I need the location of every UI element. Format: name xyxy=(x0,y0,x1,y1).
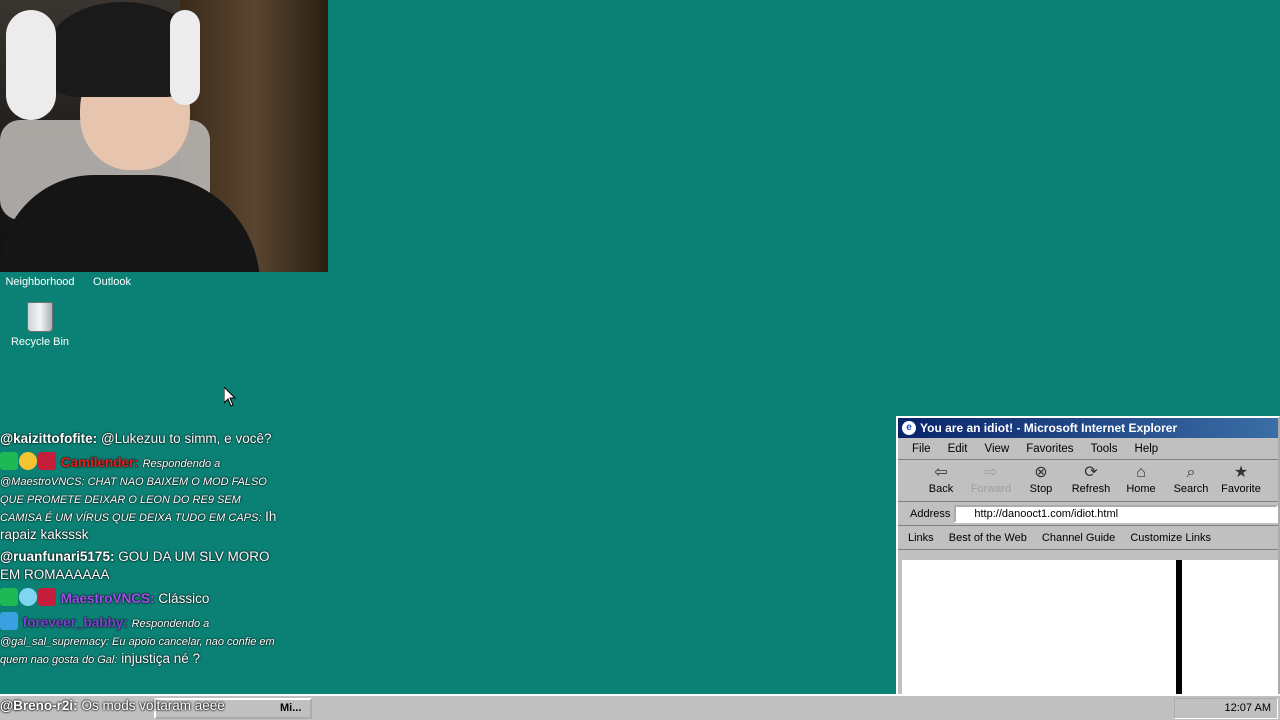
stream-chat: @kaizittofofite: @Lukezuu to simm, e voc… xyxy=(0,430,285,672)
badge-icon xyxy=(0,588,18,606)
desktop-icon-network-neighborhood[interactable]: Neighborhood xyxy=(0,276,80,289)
search-button[interactable]: ⌕ Search xyxy=(1166,460,1216,501)
search-label: Search xyxy=(1173,483,1209,495)
badge-icon xyxy=(38,452,56,470)
back-arrow-icon: ⇦ xyxy=(934,464,948,481)
favorites-icon: ★ xyxy=(1233,464,1249,481)
menu-file[interactable]: File xyxy=(912,443,931,455)
window-title: You are an idiot! - Microsoft Internet E… xyxy=(920,421,1178,435)
desktop-icon-recycle-bin[interactable]: Recycle Bin xyxy=(0,302,80,349)
refresh-button[interactable]: ⟳ Refresh xyxy=(1066,460,1116,501)
chat-username: Camilender: xyxy=(60,455,139,470)
ie-linksbar: Links Best of the Web Channel Guide Cust… xyxy=(898,526,1278,550)
stop-button[interactable]: ⊗ Stop xyxy=(1016,460,1066,501)
ie-toolbar: ⇦ Back ⇨ Forward ⊗ Stop ⟳ Refresh ⌂ Home ⌕ Sea… xyxy=(898,460,1278,502)
back-button[interactable]: ⇦ Back xyxy=(916,460,966,501)
link-channel-guide[interactable]: Channel Guide xyxy=(1042,532,1115,544)
desktop-icon-label: Neighborhood xyxy=(5,276,75,288)
ie-menubar: File Edit View Favorites Tools Help xyxy=(898,438,1278,460)
address-label: Address xyxy=(910,507,951,520)
webcam-headphone-right xyxy=(170,10,200,105)
desktop-icon-label: Recycle Bin xyxy=(10,336,70,348)
refresh-label: Refresh xyxy=(1071,483,1111,495)
menu-edit[interactable]: Edit xyxy=(948,443,968,455)
chat-message: foreveer_babby: Respondendo a @gal_sal_s… xyxy=(0,612,285,668)
chat-username: foreveer_babby: xyxy=(22,615,128,630)
webcam-overlay xyxy=(0,0,328,272)
address-url: http://danooct1.com/idiot.html xyxy=(974,507,1119,520)
chat-message: @ruanfunari5175: GOU DA UM SLV MORO EM R… xyxy=(0,548,285,584)
home-icon: ⌂ xyxy=(1136,464,1146,481)
content-black-frame xyxy=(1176,560,1182,694)
address-input[interactable]: http://danooct1.com/idiot.html xyxy=(954,504,1278,523)
badge-icon xyxy=(19,452,37,470)
chat-text: Os mods voltaram aeee xyxy=(81,698,225,713)
webcam-headphone-left xyxy=(6,10,56,120)
taskbar-button-label: Mi... xyxy=(280,702,302,714)
ie-logo-icon: e xyxy=(902,421,916,435)
link-best-of-web[interactable]: Best of the Web xyxy=(949,532,1027,544)
refresh-icon: ⟳ xyxy=(1084,464,1098,481)
home-button[interactable]: ⌂ Home xyxy=(1116,460,1166,501)
favorites-button[interactable]: ★ Favorite xyxy=(1216,460,1266,501)
chat-text: Clássico xyxy=(158,591,210,606)
forward-button[interactable]: ⇨ Forward xyxy=(966,460,1016,501)
home-label: Home xyxy=(1126,483,1156,495)
badge-icon xyxy=(19,588,37,606)
clock[interactable]: 12:07 AM xyxy=(1225,702,1271,714)
forward-arrow-icon: ⇨ xyxy=(984,464,998,481)
chat-message: @Breno-r2i: Os mods voltaram aeee xyxy=(0,698,225,713)
system-tray: 12:07 AM xyxy=(1174,698,1278,719)
back-label: Back xyxy=(928,483,954,495)
forward-label: Forward xyxy=(970,483,1012,495)
chat-text: injustiça né ? xyxy=(121,651,200,666)
chat-message: MaestroVNCS: Clássico xyxy=(0,588,285,608)
ie-window[interactable]: e You are an idiot! - Microsoft Internet… xyxy=(896,416,1280,696)
chat-username: @kaizittofofite: xyxy=(0,431,98,446)
chat-text: @Lukezuu to simm, e você? xyxy=(100,431,272,446)
chat-username: @ruanfunari5175: xyxy=(0,549,115,564)
chat-username: MaestroVNCS: xyxy=(60,591,155,606)
stop-icon: ⊗ xyxy=(1034,464,1048,481)
links-label: Links xyxy=(908,532,934,544)
menu-tools[interactable]: Tools xyxy=(1091,443,1118,455)
chat-message: Camilender: Respondendo a @MaestroVNCS: … xyxy=(0,452,285,544)
recycle-bin-icon xyxy=(27,302,53,332)
menu-favorites[interactable]: Favorites xyxy=(1026,443,1073,455)
chat-message: @kaizittofofite: @Lukezuu to simm, e voc… xyxy=(0,430,285,448)
ie-page-content[interactable] xyxy=(902,560,1278,694)
menu-help[interactable]: Help xyxy=(1135,443,1159,455)
ie-titlebar[interactable]: e You are an idiot! - Microsoft Internet… xyxy=(898,418,1278,438)
search-icon: ⌕ xyxy=(1186,464,1196,481)
stop-label: Stop xyxy=(1029,483,1053,495)
link-customize-links[interactable]: Customize Links xyxy=(1130,532,1211,544)
badge-icon xyxy=(0,452,18,470)
favorites-label: Favorite xyxy=(1221,483,1261,495)
menu-view[interactable]: View xyxy=(984,443,1009,455)
badge-icon xyxy=(0,612,18,630)
chat-username: @Breno-r2i: xyxy=(0,698,78,713)
desktop-icon-label: Outlook xyxy=(93,276,131,288)
badge-icon xyxy=(38,588,56,606)
mouse-cursor-icon xyxy=(224,387,236,407)
ie-addressbar: Address http://danooct1.com/idiot.html xyxy=(898,502,1278,526)
desktop-icon-outlook[interactable]: Outlook xyxy=(72,276,152,289)
